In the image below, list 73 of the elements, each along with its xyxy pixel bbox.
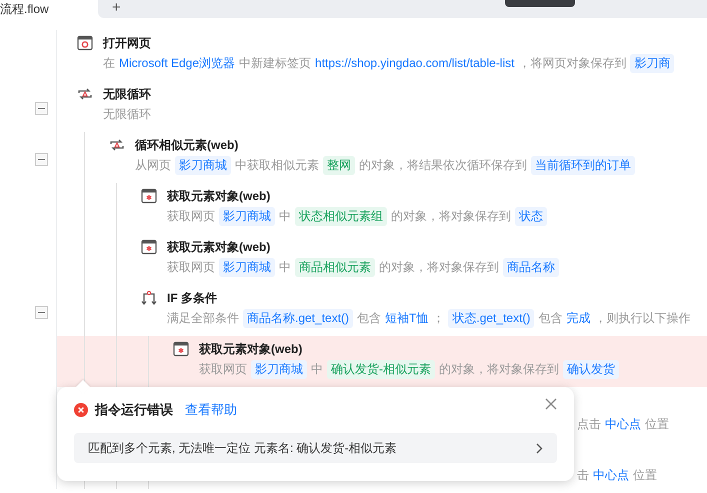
description-text: 的对象，将结果依次循环保存到	[359, 156, 527, 174]
variable-tag[interactable]: 确认发货	[563, 360, 619, 378]
help-link[interactable]: 查看帮助	[185, 401, 237, 419]
error-message: 匹配到多个元素, 无法唯一定位 元素名: 确认发货-相似元素	[88, 440, 397, 456]
variable-tag[interactable]: 影刀商城	[219, 258, 275, 276]
description-text: 中	[279, 258, 291, 276]
variable-tag[interactable]: 状态.get_text()	[448, 308, 534, 328]
description-text: 中新建标签页	[239, 54, 312, 72]
flow-tab[interactable]: 流程.flow	[0, 0, 98, 18]
step-title: 循环相似元素(web)	[135, 136, 238, 154]
browser-window-icon	[173, 341, 189, 357]
description-text: 位置	[633, 466, 657, 484]
description-text: 中	[279, 208, 291, 224]
parameter-value[interactable]: Microsoft Edge浏览器	[119, 54, 236, 72]
variable-tag[interactable]: 状态	[515, 206, 547, 226]
step-title: 获取元素对象(web)	[167, 238, 270, 256]
step-title: 无限循环	[103, 86, 151, 102]
variable-tag[interactable]: 影刀商城	[251, 360, 307, 378]
variable-tag[interactable]: 当前循环到的订单	[531, 156, 635, 174]
parameter-value[interactable]: 中心点	[593, 466, 629, 484]
description-text: 的对象，将对象保存到	[439, 360, 559, 378]
branch-icon	[141, 290, 157, 306]
step-title: 获取元素对象(web)	[199, 340, 302, 358]
description-text: ，则执行以下操作	[594, 310, 690, 326]
description-text: ；	[432, 310, 444, 326]
variable-tag[interactable]: 影刀商城	[219, 206, 275, 226]
description-text: 满足全部条件	[167, 310, 239, 326]
step-title: IF 多条件	[167, 290, 217, 306]
add-tab-button[interactable]: +	[106, 0, 127, 15]
parameter-value[interactable]: 短袖T恤	[385, 310, 428, 326]
loop-arrows-icon	[77, 86, 93, 102]
description-text: 从网页	[135, 156, 171, 174]
description-text: 无限循环	[103, 106, 151, 122]
description-text: 的对象，将对象保存到	[379, 258, 499, 276]
error-icon	[74, 403, 88, 417]
description-text: 在	[103, 54, 115, 72]
parameter-value[interactable]: 完成	[566, 310, 590, 326]
step-title: 打开网页	[103, 34, 151, 52]
description-text: 中获取相似元素	[235, 156, 319, 174]
close-icon[interactable]	[545, 398, 557, 410]
variable-tag[interactable]: 影刀商	[630, 54, 674, 72]
collapse-toggle[interactable]	[35, 153, 48, 166]
description-text: 点击	[577, 416, 601, 432]
collapse-toggle[interactable]	[35, 102, 48, 115]
browser-window-icon	[141, 239, 157, 255]
description-text: ，将网页对象保存到	[518, 54, 626, 72]
error-title: 指令运行错误	[95, 401, 173, 419]
description-text: 包含	[538, 310, 562, 326]
element-tag[interactable]: 整网	[323, 156, 355, 174]
variable-tag[interactable]: 商品名称	[503, 258, 559, 276]
loop-arrows-icon	[109, 137, 125, 153]
description-text: 中	[311, 360, 323, 378]
parameter-value[interactable]: 中心点	[605, 416, 641, 432]
element-tag[interactable]: 状态相似元素组	[295, 206, 387, 226]
parameter-value[interactable]: https://shop.yingdao.com/list/table-list	[315, 56, 514, 70]
description-text: 获取网页	[199, 360, 247, 378]
description-text: 击	[577, 466, 589, 484]
description-text: 位置	[645, 416, 669, 432]
variable-tag[interactable]: 商品名称.get_text()	[243, 308, 354, 328]
chevron-right-icon	[536, 442, 543, 454]
step-title: 获取元素对象(web)	[167, 188, 270, 204]
browser-window-icon	[141, 188, 157, 204]
element-tag[interactable]: 确认发货-相似元素	[327, 360, 435, 378]
variable-tag[interactable]: 影刀商城	[175, 156, 231, 174]
error-message-bar[interactable]: 匹配到多个元素, 无法唯一定位 元素名: 确认发货-相似元素	[74, 433, 557, 463]
description-text: 获取网页	[167, 208, 215, 224]
description-text: 的对象，将对象保存到	[391, 208, 511, 224]
tooltip	[505, 0, 575, 7]
description-text: 包含	[357, 310, 382, 326]
description-text: 获取网页	[167, 258, 215, 276]
element-tag[interactable]: 商品相似元素	[295, 258, 375, 276]
browser-window-icon	[77, 35, 93, 51]
collapse-toggle[interactable]	[35, 306, 48, 319]
